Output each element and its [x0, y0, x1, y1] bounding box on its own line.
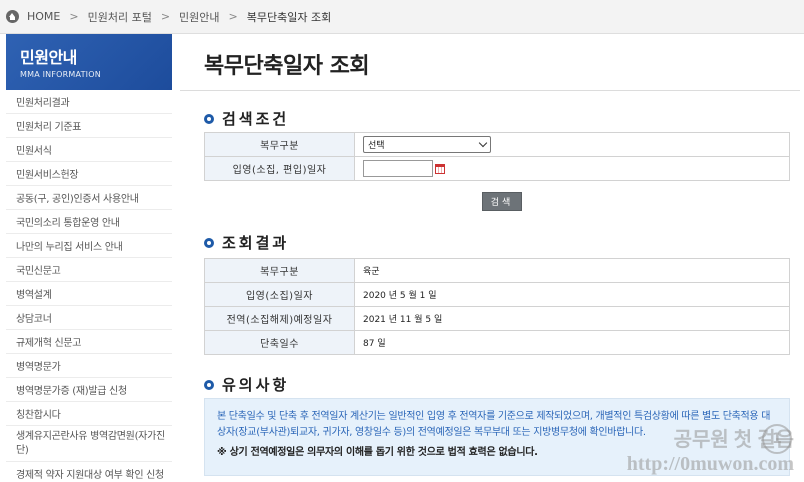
sidebar-item-exemption-self-check[interactable]: 생계유지곤란사유 병역감면원(자가진단) — [6, 426, 172, 462]
sidebar: 민원안내 MMA INFORMATION 민원처리결과 민원처리 기준표 민원서… — [6, 34, 172, 482]
watermark-line2: http://0muwon.com — [626, 453, 794, 475]
result-value: 육군 — [354, 258, 790, 283]
sidebar-item-honor-certificate[interactable]: 병역명문가증 (재)발급 신청 — [6, 378, 172, 402]
sidebar-item-service-design[interactable]: 병역설계 — [6, 282, 172, 306]
notice-heading-text: 유의사항 — [222, 376, 290, 394]
breadcrumb-current: 복무단축일자 조회 — [246, 10, 332, 24]
notice-section-heading: 유의사항 — [204, 374, 289, 395]
home-icon[interactable] — [6, 10, 19, 23]
circle-bullet-icon — [204, 237, 214, 248]
sidebar-item-processing-standards[interactable]: 민원처리 기준표 — [6, 114, 172, 138]
service-type-selected: 선택 — [368, 141, 385, 151]
watermark-line1: 공무원 첫 걸음 — [673, 429, 794, 451]
sidebar-item-honor-family[interactable]: 병역명문가 — [6, 354, 172, 378]
page-title: 복무단축일자 조회 — [204, 54, 370, 79]
chevron-right-icon: > — [160, 10, 171, 23]
sidebar-item-epeople[interactable]: 국민신문고 — [6, 258, 172, 282]
sidebar-item-complaint-results[interactable]: 민원처리결과 — [6, 90, 172, 114]
sidebar-menu: 민원처리결과 민원처리 기준표 민원서식 민원서비스헌장 공동(구, 공인)인증… — [6, 90, 172, 482]
table-row: 복무구분 선택 — [204, 132, 790, 157]
circle-bullet-icon — [204, 113, 214, 124]
chevron-right-icon: > — [228, 10, 238, 23]
service-type-select[interactable]: 선택 — [363, 136, 491, 153]
sidebar-item-praise[interactable]: 칭찬합시다 — [6, 402, 172, 426]
search-form-table: 복무구분 선택 입영(소집, 편입)일자 — [204, 132, 790, 181]
table-row: 입영(소집)일자 2020 년 5 월 1 일 — [204, 282, 790, 307]
enlistment-date-cell — [354, 156, 790, 181]
table-row: 전역(소집해제)예정일자 2021 년 11 월 5 일 — [204, 306, 790, 331]
sidebar-title: 민원안내 — [20, 48, 77, 67]
sidebar-item-regulatory-reform[interactable]: 규제개혁 신문고 — [6, 330, 172, 354]
main-content: 복무단축일자 조회 검색조건 복무구분 선택 입영(소집, 편입)일자 검색 조… — [180, 34, 800, 482]
circle-bullet-icon — [204, 379, 214, 390]
sidebar-item-forms[interactable]: 민원서식 — [6, 138, 172, 162]
sidebar-header: 민원안내 MMA INFORMATION — [6, 34, 172, 90]
search-section-heading: 검색조건 — [204, 108, 289, 129]
sidebar-subtitle: MMA INFORMATION — [20, 70, 101, 79]
result-value: 2021 년 11 월 5 일 — [354, 306, 790, 331]
result-label: 단축일수 — [204, 330, 355, 355]
service-type-cell: 선택 — [354, 132, 790, 157]
search-button[interactable]: 검색 — [482, 192, 522, 211]
sidebar-item-service-charter[interactable]: 민원서비스헌장 — [6, 162, 172, 186]
title-divider — [180, 90, 800, 91]
enlistment-date-input[interactable] — [363, 160, 433, 177]
watermark: 공무원 첫 걸음 http://0muwon.com — [627, 428, 794, 476]
result-value: 2020 년 5 월 1 일 — [354, 282, 790, 307]
enlistment-date-label: 입영(소집, 편입)일자 — [204, 156, 355, 181]
search-heading-text: 검색조건 — [222, 110, 290, 128]
breadcrumb-home[interactable]: HOME — [27, 10, 60, 23]
calendar-icon[interactable] — [435, 163, 445, 174]
chevron-right-icon: > — [69, 10, 79, 23]
results-section-heading: 조회결과 — [204, 232, 289, 253]
result-label: 입영(소집)일자 — [204, 282, 355, 307]
results-heading-text: 조회결과 — [222, 234, 290, 252]
breadcrumb: HOME > 민원처리 포털 > 민원안내 > 복무단축일자 조회 — [0, 0, 804, 34]
breadcrumb-guide[interactable]: 민원안내 — [179, 9, 219, 25]
result-label: 복무구분 — [204, 258, 355, 283]
sidebar-item-voice-of-people[interactable]: 국민의소리 통합운영 안내 — [6, 210, 172, 234]
sidebar-item-support-eligibility[interactable]: 경제적 약자 지원대상 여부 확인 신청 — [6, 462, 172, 482]
table-row: 단축일수 87 일 — [204, 330, 790, 355]
sidebar-item-my-homepage[interactable]: 나만의 누리집 서비스 안내 — [6, 234, 172, 258]
service-type-label: 복무구분 — [204, 132, 355, 157]
chevron-down-icon — [478, 138, 488, 148]
results-table: 복무구분 육군 입영(소집)일자 2020 년 5 월 1 일 전역(소집해제)… — [204, 258, 790, 355]
table-row: 입영(소집, 편입)일자 — [204, 156, 790, 181]
result-value: 87 일 — [354, 330, 790, 355]
sidebar-item-certificate-guide[interactable]: 공동(구, 공인)인증서 사용안내 — [6, 186, 172, 210]
table-row: 복무구분 육군 — [204, 258, 790, 283]
sidebar-item-consultation[interactable]: 상담코너 — [6, 306, 172, 330]
breadcrumb-portal[interactable]: 민원처리 포털 — [88, 9, 152, 25]
result-label: 전역(소집해제)예정일자 — [204, 306, 355, 331]
